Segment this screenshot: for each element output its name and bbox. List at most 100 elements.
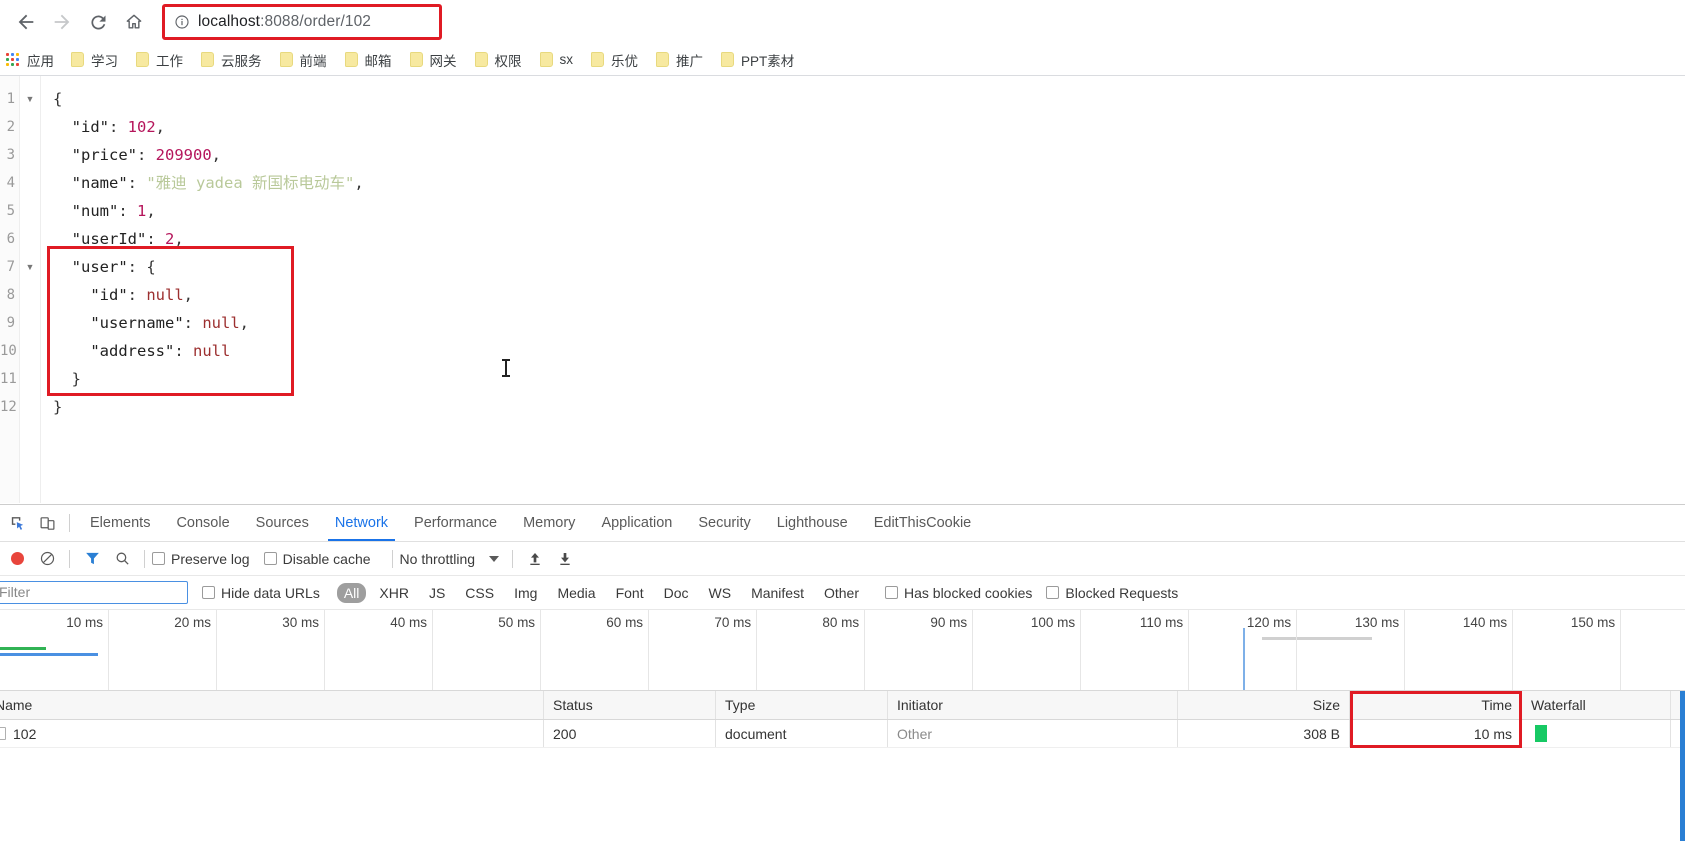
device-toolbar-button[interactable] <box>32 509 62 537</box>
bookmark-item[interactable]: 云服务 <box>192 47 271 73</box>
import-har-button[interactable] <box>520 545 550 573</box>
json-token: , <box>174 230 183 248</box>
bookmark-item[interactable]: 工作 <box>127 47 192 73</box>
bookmark-item[interactable]: PPT素材 <box>712 47 803 73</box>
type-filter-media[interactable]: Media <box>550 583 602 603</box>
line-number: 3 <box>0 141 19 169</box>
timeline-tick-label: 30 ms <box>282 615 324 630</box>
address-bar[interactable]: localhost:8088/order/102 <box>166 8 438 36</box>
bookmark-item[interactable]: 邮箱 <box>336 47 401 73</box>
cell-size: 308 B <box>1178 720 1350 747</box>
line-number: 4 <box>0 169 19 197</box>
has-blocked-cookies-label: Has blocked cookies <box>904 585 1032 601</box>
devtools-tab-network[interactable]: Network <box>322 505 401 541</box>
bookmark-apps-shortcut[interactable]: 应用 <box>2 47 62 73</box>
devtools-tab-memory[interactable]: Memory <box>510 505 588 541</box>
devtools-tab-lighthouse[interactable]: Lighthouse <box>764 505 861 541</box>
type-filter-css[interactable]: CSS <box>458 583 501 603</box>
fold-triangle-icon[interactable]: ▼ <box>20 253 40 281</box>
json-token: , <box>146 202 155 220</box>
type-filter-other[interactable]: Other <box>817 583 866 603</box>
clear-button[interactable] <box>32 545 62 573</box>
search-button[interactable] <box>107 545 137 573</box>
bookmark-item[interactable]: 学习 <box>62 47 127 73</box>
table-row[interactable]: 102200documentOther308 B10 ms <box>0 720 1685 748</box>
line-number: 1 <box>0 85 19 113</box>
bookmark-item[interactable]: 前端 <box>271 47 336 73</box>
filter-toggle-button[interactable] <box>77 545 107 573</box>
timeline-tick-label: 60 ms <box>606 615 648 630</box>
throttling-select[interactable]: No throttling <box>400 551 499 567</box>
type-filter-ws[interactable]: WS <box>702 583 739 603</box>
fold-triangle-icon[interactable]: ▼ <box>20 85 40 113</box>
column-header-name[interactable]: Name <box>0 691 544 719</box>
has-blocked-cookies-checkbox[interactable]: Has blocked cookies <box>885 585 1032 601</box>
bookmark-label: 学习 <box>91 50 118 70</box>
bookmark-item[interactable]: sx <box>531 49 583 70</box>
folder-icon <box>280 52 293 67</box>
hide-data-urls-label: Hide data URLs <box>221 585 320 601</box>
timeline-tick <box>1620 610 1621 690</box>
info-circle-icon[interactable] <box>174 14 190 30</box>
export-har-button[interactable] <box>550 545 580 573</box>
hide-data-urls-checkbox[interactable]: Hide data URLs <box>202 585 320 601</box>
filter-input[interactable]: Filter <box>0 581 188 604</box>
type-filter-doc[interactable]: Doc <box>657 583 696 603</box>
column-header-time[interactable]: Time <box>1350 691 1522 719</box>
json-line: "price": 209900, <box>41 141 1685 169</box>
devtools-tab-console[interactable]: Console <box>163 505 242 541</box>
bookmark-label: 云服务 <box>221 50 262 70</box>
preserve-log-checkbox[interactable]: Preserve log <box>152 551 250 567</box>
bookmark-item[interactable]: 乐优 <box>582 47 647 73</box>
devtools-tab-security[interactable]: Security <box>685 505 763 541</box>
fold-spacer <box>20 393 40 421</box>
back-button[interactable] <box>8 4 44 40</box>
bookmark-item[interactable]: 权限 <box>466 47 531 73</box>
json-token: : <box>128 174 147 192</box>
reload-button[interactable] <box>80 4 116 40</box>
type-filter-manifest[interactable]: Manifest <box>744 583 811 603</box>
column-header-size[interactable]: Size <box>1178 691 1350 719</box>
column-header-waterfall[interactable]: Waterfall <box>1522 691 1671 719</box>
devtools-tab-performance[interactable]: Performance <box>401 505 510 541</box>
toolbar-divider-3 <box>144 550 145 568</box>
folder-icon <box>540 52 553 67</box>
json-line: "user": { <box>41 253 1685 281</box>
json-token: , <box>354 174 363 192</box>
type-filter-all[interactable]: All <box>337 583 367 603</box>
inspect-element-button[interactable] <box>2 509 32 537</box>
devtools-tab-elements[interactable]: Elements <box>77 505 163 541</box>
forward-button[interactable] <box>44 4 80 40</box>
type-filter-xhr[interactable]: XHR <box>372 583 416 603</box>
horizontal-scrollbar[interactable] <box>1680 691 1685 841</box>
json-token: 102 <box>128 118 156 136</box>
blocked-requests-checkbox[interactable]: Blocked Requests <box>1046 585 1178 601</box>
type-filter-js[interactable]: JS <box>422 583 452 603</box>
bookmark-item[interactable]: 网关 <box>401 47 466 73</box>
record-button[interactable] <box>2 545 32 573</box>
fold-spacer <box>20 197 40 225</box>
timeline-tick <box>972 610 973 690</box>
bookmark-item[interactable]: 推广 <box>647 47 712 73</box>
bookmark-apps-label: 应用 <box>27 50 54 70</box>
timeline-tick <box>108 610 109 690</box>
json-token: { <box>53 90 62 108</box>
devtools-tab-application[interactable]: Application <box>588 505 685 541</box>
devtools-tab-sources[interactable]: Sources <box>243 505 322 541</box>
column-header-initiator[interactable]: Initiator <box>888 691 1178 719</box>
home-button[interactable] <box>116 4 152 40</box>
code-fold-column[interactable]: ▼▼ <box>20 76 40 503</box>
column-header-type[interactable]: Type <box>716 691 888 719</box>
json-token: : <box>109 118 128 136</box>
network-timeline-overview[interactable]: 10 ms20 ms30 ms40 ms50 ms60 ms70 ms80 ms… <box>0 610 1685 691</box>
type-filter-img[interactable]: Img <box>507 583 544 603</box>
timeline-selection-handle[interactable] <box>1262 637 1372 640</box>
fold-spacer <box>20 225 40 253</box>
column-header-status[interactable]: Status <box>544 691 716 719</box>
type-filter-font[interactable]: Font <box>609 583 651 603</box>
disable-cache-checkbox[interactable]: Disable cache <box>264 551 371 567</box>
json-token: "username" <box>90 314 183 332</box>
json-code-area[interactable]: { "id": 102, "price": 209900, "name": "雅… <box>40 76 1685 503</box>
folder-icon <box>656 52 669 67</box>
devtools-tab-editthiscookie[interactable]: EditThisCookie <box>861 505 985 541</box>
